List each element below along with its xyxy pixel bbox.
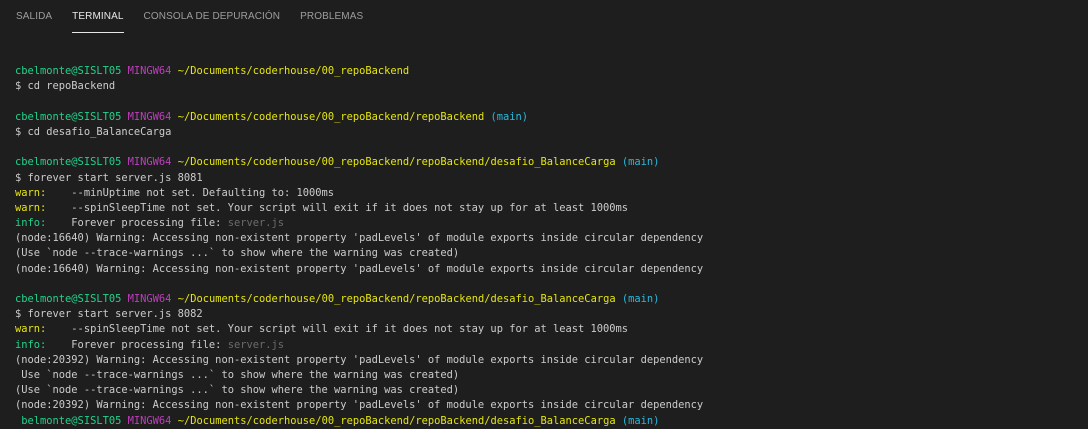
bottom-panel: SALIDA TERMINAL CONSOLA DE DEPURACIÓN PR… [0,0,1088,427]
prompt-path: ~/Documents/coderhouse/00_repoBackend/re… [177,414,616,427]
terminal-info-line: info: Forever processing file: server.js [15,216,1088,231]
terminal-text-line: (Use `node --trace-warnings ...` to show… [15,246,1088,261]
warn-label: warn: [15,323,47,336]
terminal-text-line: (node:16640) Warning: Accessing non-exis… [15,231,1088,246]
prompt-branch: (main) [621,293,660,305]
warn-text: --spinSleepTime not set. Your script wil… [46,323,629,336]
terminal-prompt-line: cbelmonte@SISLT05 MINGW64 ~/Documents/co… [15,110,1088,125]
terminal-info-line: info: Forever processing file: server.js [15,338,1088,353]
terminal-prompt-line: cbelmonte@SISLT05 MINGW64 ~/Documents/co… [15,64,1088,79]
warn-text: --minUptime not set. Defaulting to: 1000… [46,186,335,199]
terminal-text: $ forever start server.js 8081 [15,171,203,184]
terminal-text: (node:16640) Warning: Accessing non-exis… [15,232,704,245]
prompt-branch: (main) [621,156,660,169]
info-label: info: [15,217,47,230]
terminal-prompt-line: cbelmonte@SISLT05 MINGW64 ~/Documents/co… [15,292,1088,307]
warn-label: warn: [15,186,47,199]
warn-label: warn: [15,201,47,214]
terminal-warn-line: warn: --minUptime not set. Defaulting to… [15,186,1088,201]
terminal-output[interactable]: cbelmonte@SISLT05 MINGW64 ~/Documents/co… [0,45,1088,426]
terminal-warn-line: warn: --spinSleepTime not set. Your scri… [15,201,1088,216]
prompt-user-host: cbelmonte@SISLT05 [15,110,122,123]
prompt-env: MINGW64 [127,156,172,169]
tab-terminal[interactable]: TERMINAL [62,0,133,34]
prompt-user-host: cbelmonte@SISLT05 [15,65,122,78]
terminal-text-line: $ forever start server.js 8081 [15,171,1088,186]
prompt-env: MINGW64 [127,65,172,78]
terminal-text-line: $ cd desafio_BalanceCarga [15,125,1088,140]
terminal-text: $ cd repoBackend [15,80,116,93]
prompt-env: MINGW64 [127,414,172,427]
terminal-text: (Use `node --trace-warnings ...` to show… [15,247,460,260]
prompt-env: MINGW64 [127,110,172,123]
terminal-text-line: (node:20392) Warning: Accessing non-exis… [15,398,1088,413]
info-file: server.js [227,338,285,351]
info-label: info: [15,338,47,351]
prompt-path: ~/Documents/coderhouse/00_repoBackend/re… [177,293,616,305]
terminal-text: (Use `node --trace-warnings ...` to show… [15,384,460,397]
prompt-user-host: cbelmonte@SISLT05 [15,293,122,305]
prompt-branch: (main) [621,414,660,427]
terminal-text-line: (node:20392) Warning: Accessing non-exis… [15,353,1088,368]
prompt-user-host: cbelmonte@SISLT05 [15,156,122,169]
tab-output[interactable]: SALIDA [0,0,62,34]
prompt-user-host: belmonte@SISLT05 [15,414,122,427]
terminal-text-line: $ forever start server.js 8082 [15,307,1088,322]
terminal-text: (node:16640) Warning: Accessing non-exis… [15,262,704,275]
terminal-text: (node:20392) Warning: Accessing non-exis… [15,353,704,366]
terminal-text-line: (node:16640) Warning: Accessing non-exis… [15,262,1088,277]
terminal-prompt-line: cbelmonte@SISLT05 MINGW64 ~/Documents/co… [15,155,1088,170]
warn-text: --spinSleepTime not set. Your script wil… [46,201,629,214]
terminal-text-line: $ cd repoBackend [15,79,1088,94]
info-file: server.js [227,217,285,230]
terminal-text-line: (Use `node --trace-warnings ...` to show… [15,383,1088,398]
terminal-text-line: Use `node --trace-warnings ...` to show … [15,368,1088,383]
prompt-path: ~/Documents/coderhouse/00_repoBackend [177,65,410,78]
prompt-env: MINGW64 [127,293,172,305]
info-text: Forever processing file: [46,217,228,230]
prompt-path: ~/Documents/coderhouse/00_repoBackend/re… [177,110,485,123]
terminal-text: $ cd desafio_BalanceCarga [15,125,172,138]
prompt-path: ~/Documents/coderhouse/00_repoBackend/re… [177,156,616,169]
panel-tabs: SALIDA TERMINAL CONSOLA DE DEPURACIÓN PR… [0,0,1088,34]
tab-problems[interactable]: PROBLEMAS [290,0,373,34]
terminal-text: Use `node --trace-warnings ...` to show … [15,368,460,381]
info-text: Forever processing file: [46,338,228,351]
terminal-prompt-line: belmonte@SISLT05 MINGW64 ~/Documents/cod… [15,414,1088,429]
terminal-text: $ forever start server.js 8082 [15,308,203,321]
terminal-text: (node:20392) Warning: Accessing non-exis… [15,399,704,412]
tab-debug-console[interactable]: CONSOLA DE DEPURACIÓN [134,0,291,34]
terminal-warn-line: warn: --spinSleepTime not set. Your scri… [15,322,1088,337]
prompt-branch: (main) [490,110,529,123]
